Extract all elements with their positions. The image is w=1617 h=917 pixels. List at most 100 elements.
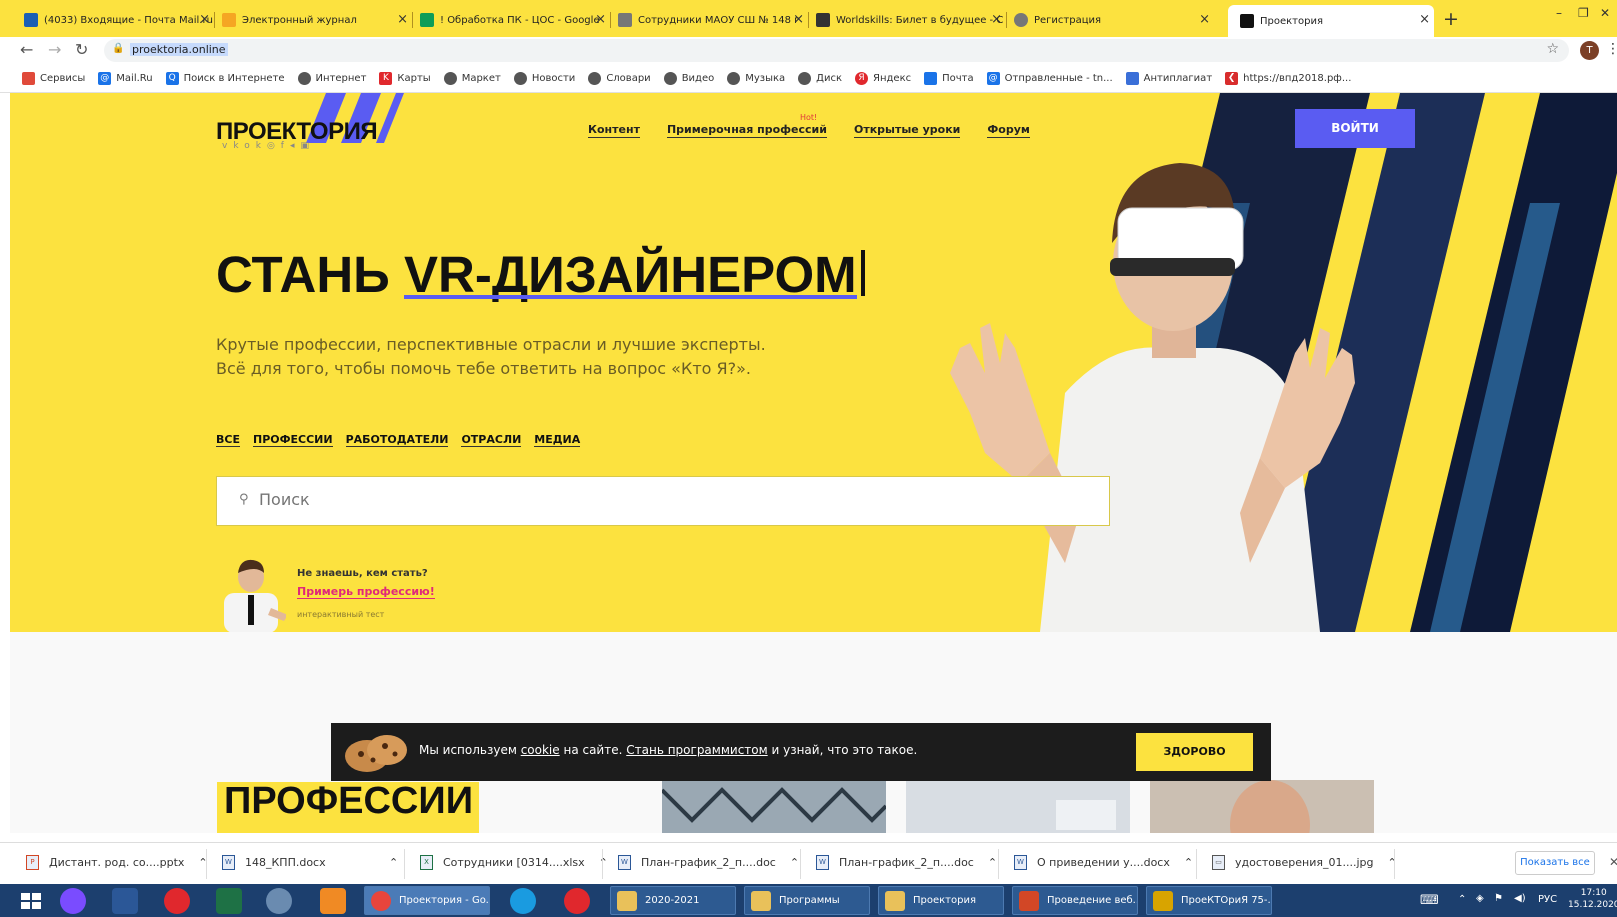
volume-icon[interactable]: ◀) (1514, 893, 1526, 904)
filter-professions[interactable]: ПРОФЕССИИ (252, 433, 333, 447)
login-button[interactable]: ВОЙТИ (1295, 109, 1415, 148)
bookmark-item[interactable]: Диск (798, 71, 842, 85)
network-icon[interactable]: ◈ (1476, 893, 1484, 904)
excel-icon[interactable] (216, 888, 242, 914)
menu-icon[interactable]: ⋮ (1606, 41, 1617, 57)
back-icon[interactable]: ← (20, 40, 33, 59)
bookmark-item[interactable]: Видео (663, 71, 714, 85)
chevron-up-icon[interactable]: ⌃ (1388, 856, 1397, 869)
bookmark-item[interactable]: Новости (513, 71, 575, 85)
chevron-up-icon[interactable]: ⌃ (389, 856, 398, 869)
close-icon[interactable]: × (1419, 12, 1430, 27)
search-app-icon[interactable] (320, 888, 346, 914)
download-item[interactable]: W О приведении у....docx ⌃ (1014, 855, 1193, 870)
bookmark-item[interactable]: Интернет (297, 71, 366, 85)
bookmark-item[interactable]: ❮ https://впд2018.рф... (1225, 71, 1351, 85)
bookmark-item[interactable]: Словари (588, 71, 651, 85)
flag-icon[interactable]: ⚑ (1494, 893, 1503, 904)
tab-worldskills[interactable]: Worldskills: Билет в будущее - С × (816, 8, 1006, 32)
youtube-icon[interactable]: ▣ (301, 141, 316, 151)
close-icon[interactable]: × (199, 12, 210, 27)
nav-forum[interactable]: Форум (987, 123, 1030, 138)
system-clock[interactable]: 17:10 15.12.2020 (1568, 887, 1617, 911)
new-tab-button[interactable]: + (1443, 8, 1459, 30)
chevron-up-icon[interactable]: ⌃ (988, 856, 997, 869)
close-icon[interactable]: ✕ (1609, 855, 1617, 869)
yandex-browser-icon[interactable] (564, 888, 590, 914)
bookmark-item[interactable]: Антиплагиат (1125, 71, 1212, 85)
chevron-up-icon[interactable]: ⌃ (599, 856, 608, 869)
close-icon[interactable]: × (793, 12, 804, 27)
url-text[interactable]: proektoria.online (130, 43, 228, 56)
minimize-icon[interactable]: – (1556, 6, 1562, 20)
download-item[interactable]: X Сотрудники [0314....xlsx ⌃ (420, 855, 608, 870)
taskbar-chrome-window[interactable]: Проектория - Go... (364, 886, 490, 915)
thunderbird-icon[interactable] (266, 888, 292, 914)
close-window-icon[interactable]: ✕ (1600, 6, 1610, 20)
bookmark-item[interactable]: Музыка (727, 71, 785, 85)
opera-icon[interactable] (164, 888, 190, 914)
bookmark-item[interactable]: Сервисы (22, 71, 85, 85)
bookmark-item[interactable]: @ Отправленные - tn... (986, 71, 1113, 85)
download-item[interactable]: W 148_КПП.docx ⌃ (222, 855, 398, 870)
profession-card-image[interactable] (906, 780, 1130, 833)
keyboard-icon[interactable]: ⌨ (1420, 893, 1439, 908)
bookmark-item[interactable]: Я Яндекс (855, 71, 911, 85)
tab-mail[interactable]: (4033) Входящие - Почта Mail.ru × (24, 8, 214, 32)
browser-app-icon[interactable] (510, 888, 536, 914)
tab-staff[interactable]: Сотрудники МАОУ СШ № 148 г × (618, 8, 808, 32)
show-all-downloads-button[interactable]: Показать все (1515, 851, 1595, 875)
filter-media[interactable]: МЕДИА (534, 433, 581, 447)
instagram-icon[interactable]: ◎ (267, 141, 281, 151)
chevron-up-icon[interactable]: ⌃ (1458, 894, 1466, 905)
taskbar-folder-window[interactable]: Проектория (878, 886, 1004, 915)
taskbar-powerpoint-window[interactable]: Проведение веб... (1012, 886, 1138, 915)
close-icon[interactable]: × (1199, 12, 1210, 27)
close-icon[interactable]: × (595, 12, 606, 27)
filter-all[interactable]: ВСЕ (216, 433, 240, 447)
download-item[interactable]: W План-график_2_п....doc ⌃ (816, 855, 997, 870)
tab-registration[interactable]: Регистрация × (1014, 8, 1214, 32)
profession-card-image[interactable] (662, 780, 886, 833)
windows-start-icon[interactable] (18, 888, 44, 914)
tab-proektoria[interactable]: Проектория × (1228, 5, 1434, 37)
bookmark-item[interactable]: @ Mail.Ru (98, 71, 153, 85)
close-icon[interactable]: × (397, 12, 408, 27)
bookmark-item[interactable]: Почта (924, 71, 974, 85)
taskbar-pdf-window[interactable]: ПроеКТОриЯ 75-... (1146, 886, 1272, 915)
filter-industries[interactable]: ОТРАСЛИ (461, 433, 522, 447)
language-indicator[interactable]: РУС (1538, 894, 1557, 905)
cookie-link[interactable]: cookie (521, 743, 560, 757)
tab-google-sheet[interactable]: ! Обработка ПК - ЦОС - Google × (420, 8, 610, 32)
download-item[interactable]: W План-график_2_п....doc ⌃ (618, 855, 799, 870)
bookmark-item[interactable]: Q Поиск в Интернете (165, 71, 285, 85)
nav-try-profession[interactable]: Примерочная профессий (666, 123, 827, 138)
promo-try-link[interactable]: Примерь профессию! (297, 585, 435, 599)
bookmark-item[interactable]: K Карты (379, 71, 431, 85)
tab-journal[interactable]: Электронный журнал × (222, 8, 412, 32)
vk-icon[interactable]: vk (222, 141, 244, 151)
bookmark-item[interactable]: Маркет (443, 71, 501, 85)
reload-icon[interactable]: ↻ (75, 40, 88, 59)
download-item[interactable]: P Дистант. род. со....pptx ⌃ (26, 855, 208, 870)
filter-employers[interactable]: РАБОТОДАТЕЛИ (345, 433, 449, 447)
chevron-up-icon[interactable]: ⌃ (790, 856, 799, 869)
telegram-icon[interactable]: ◂ (290, 141, 301, 151)
bookmark-star-icon[interactable]: ☆ (1546, 41, 1559, 57)
restore-icon[interactable]: ❐ (1578, 6, 1589, 20)
forward-icon[interactable]: → (48, 40, 61, 59)
word-icon[interactable] (112, 888, 138, 914)
taskbar-folder-window[interactable]: Программы (744, 886, 870, 915)
facebook-icon[interactable]: f (281, 141, 290, 151)
alice-icon[interactable] (60, 888, 86, 914)
close-icon[interactable]: × (991, 12, 1002, 27)
address-bar[interactable]: 🔒 proektoria.online ☆ (104, 39, 1569, 62)
nav-open-lessons[interactable]: Открытые уроки (853, 123, 961, 138)
cookie-accept-button[interactable]: ЗДОРОВО (1136, 733, 1253, 771)
profile-avatar[interactable]: T (1580, 41, 1599, 60)
ok-icon[interactable]: ok (244, 141, 267, 151)
download-item[interactable]: ▭ удостоверения_01....jpg ⌃ (1212, 855, 1397, 870)
programmer-link[interactable]: Стань программистом (626, 743, 767, 757)
nav-content[interactable]: Контент (588, 123, 640, 138)
profession-card-image[interactable] (1150, 780, 1374, 833)
